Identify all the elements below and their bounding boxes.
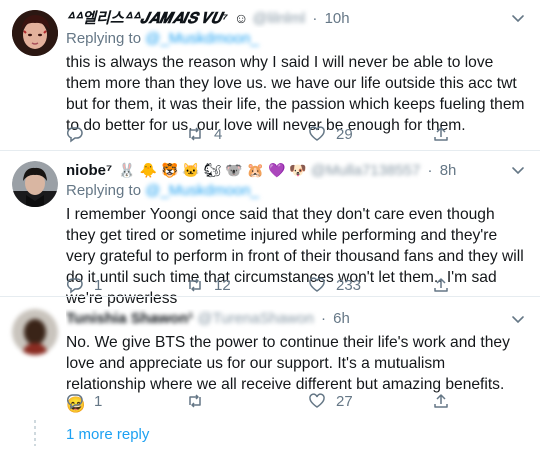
smiling-face-emoji: ☺ [234, 10, 249, 26]
replying-prefix: Replying to [66, 30, 142, 47]
share-button[interactable] [432, 276, 450, 294]
like-button[interactable]: 233 [308, 276, 361, 294]
separator-dot: · [320, 310, 326, 327]
retweet-button[interactable] [186, 392, 214, 410]
tweet-1[interactable]: ᐞᐞ엘리스ᐞᐞ𝑱𝑨𝑴𝑨𝑰𝑺 𝑽𝑼⁷ ☺ @lilnlml · 10h Reply… [0, 0, 540, 150]
caret-down-icon[interactable] [510, 162, 526, 178]
tweet-text: I remember Yoongi once said that they do… [66, 206, 524, 307]
animal-emojis: 🐰 🐥 🐯 🐱 🐿 🐨 🐹 💜 🐶 [118, 162, 307, 178]
reply-count: 1 [94, 392, 103, 410]
replying-to: Replying to @_Muskdmoon_ [66, 181, 526, 201]
separator-dot: · [427, 162, 433, 179]
display-name[interactable]: Tunishia Shawon¹ [66, 310, 193, 327]
avatar[interactable] [12, 309, 58, 355]
tweet-3[interactable]: Tunishia Shawon¹ @TurenaShawon · 6h No. … [0, 297, 540, 417]
share-icon [434, 127, 448, 141]
user-handle[interactable]: @Mulla7138557 [311, 162, 420, 179]
retweet-icon [189, 394, 201, 408]
thread-dots [34, 420, 36, 446]
like-icon [309, 277, 325, 292]
tweet-header: ᐞᐞ엘리스ᐞᐞ𝑱𝑨𝑴𝑨𝑰𝑺 𝑽𝑼⁷ ☺ @lilnlml · 10h [66, 8, 526, 28]
share-button[interactable] [432, 125, 450, 143]
more-replies-link[interactable]: 1 more reply [66, 426, 149, 443]
reply-icon [66, 394, 83, 410]
tweet-header: Tunishia Shawon¹ @TurenaShawon · 6h [66, 309, 526, 329]
like-icon [309, 126, 325, 141]
reply-button[interactable]: 1 [66, 392, 102, 410]
reply-button[interactable] [66, 125, 94, 143]
tweet-2[interactable]: niobe⁷ 🐰 🐥 🐯 🐱 🐿 🐨 🐹 💜 🐶 @Mulla7138557 ·… [0, 151, 540, 307]
retweet-count: 12 [214, 276, 231, 294]
share-icon [434, 394, 448, 408]
retweet-icon [189, 127, 201, 141]
reply-button[interactable]: 1 [66, 276, 102, 294]
caret-down-icon[interactable] [510, 10, 526, 26]
display-name[interactable]: niobe⁷ [66, 162, 112, 179]
share-icon [434, 278, 448, 292]
timestamp[interactable]: 10h [325, 10, 350, 27]
retweet-button[interactable]: 12 [186, 276, 231, 294]
retweet-icon [189, 278, 201, 292]
tweet-header: niobe⁷ 🐰 🐥 🐯 🐱 🐿 🐨 🐹 💜 🐶 @Mulla7138557 ·… [66, 160, 526, 180]
display-name[interactable]: ᐞᐞ엘리스ᐞᐞ𝑱𝑨𝑴𝑨𝑰𝑺 𝑽𝑼⁷ [66, 10, 228, 27]
like-button[interactable]: 27 [308, 392, 353, 410]
separator-dot: · [312, 10, 318, 27]
replying-handle[interactable]: @_Muskdmoon_ [145, 182, 259, 199]
tweet-text: No. We give BTS the power to continue th… [66, 334, 510, 414]
user-handle[interactable]: @TurenaShawon [197, 310, 313, 327]
replying-prefix: Replying to [66, 182, 142, 199]
like-count: 29 [336, 125, 353, 143]
avatar[interactable] [12, 161, 58, 207]
like-count: 27 [336, 392, 353, 410]
tweet-text: this is always the reason why I said I w… [66, 54, 525, 134]
replying-handle[interactable]: @_Muskdmoon_ [145, 30, 259, 47]
caret-down-icon[interactable] [510, 311, 526, 327]
like-count: 233 [336, 276, 362, 294]
reply-icon [66, 127, 83, 143]
like-button[interactable]: 29 [308, 125, 353, 143]
reply-count: 1 [94, 276, 103, 294]
user-handle[interactable]: @lilnlml [252, 10, 305, 27]
timestamp[interactable]: 8h [440, 162, 457, 179]
reply-icon [66, 278, 83, 294]
timestamp[interactable]: 6h [333, 310, 350, 327]
retweet-count: 4 [214, 125, 223, 143]
retweet-button[interactable]: 4 [186, 125, 222, 143]
share-button[interactable] [432, 392, 450, 410]
like-icon [309, 393, 325, 408]
avatar[interactable] [12, 10, 58, 56]
replying-to: Replying to @_Muskdmoon_ [66, 29, 526, 49]
